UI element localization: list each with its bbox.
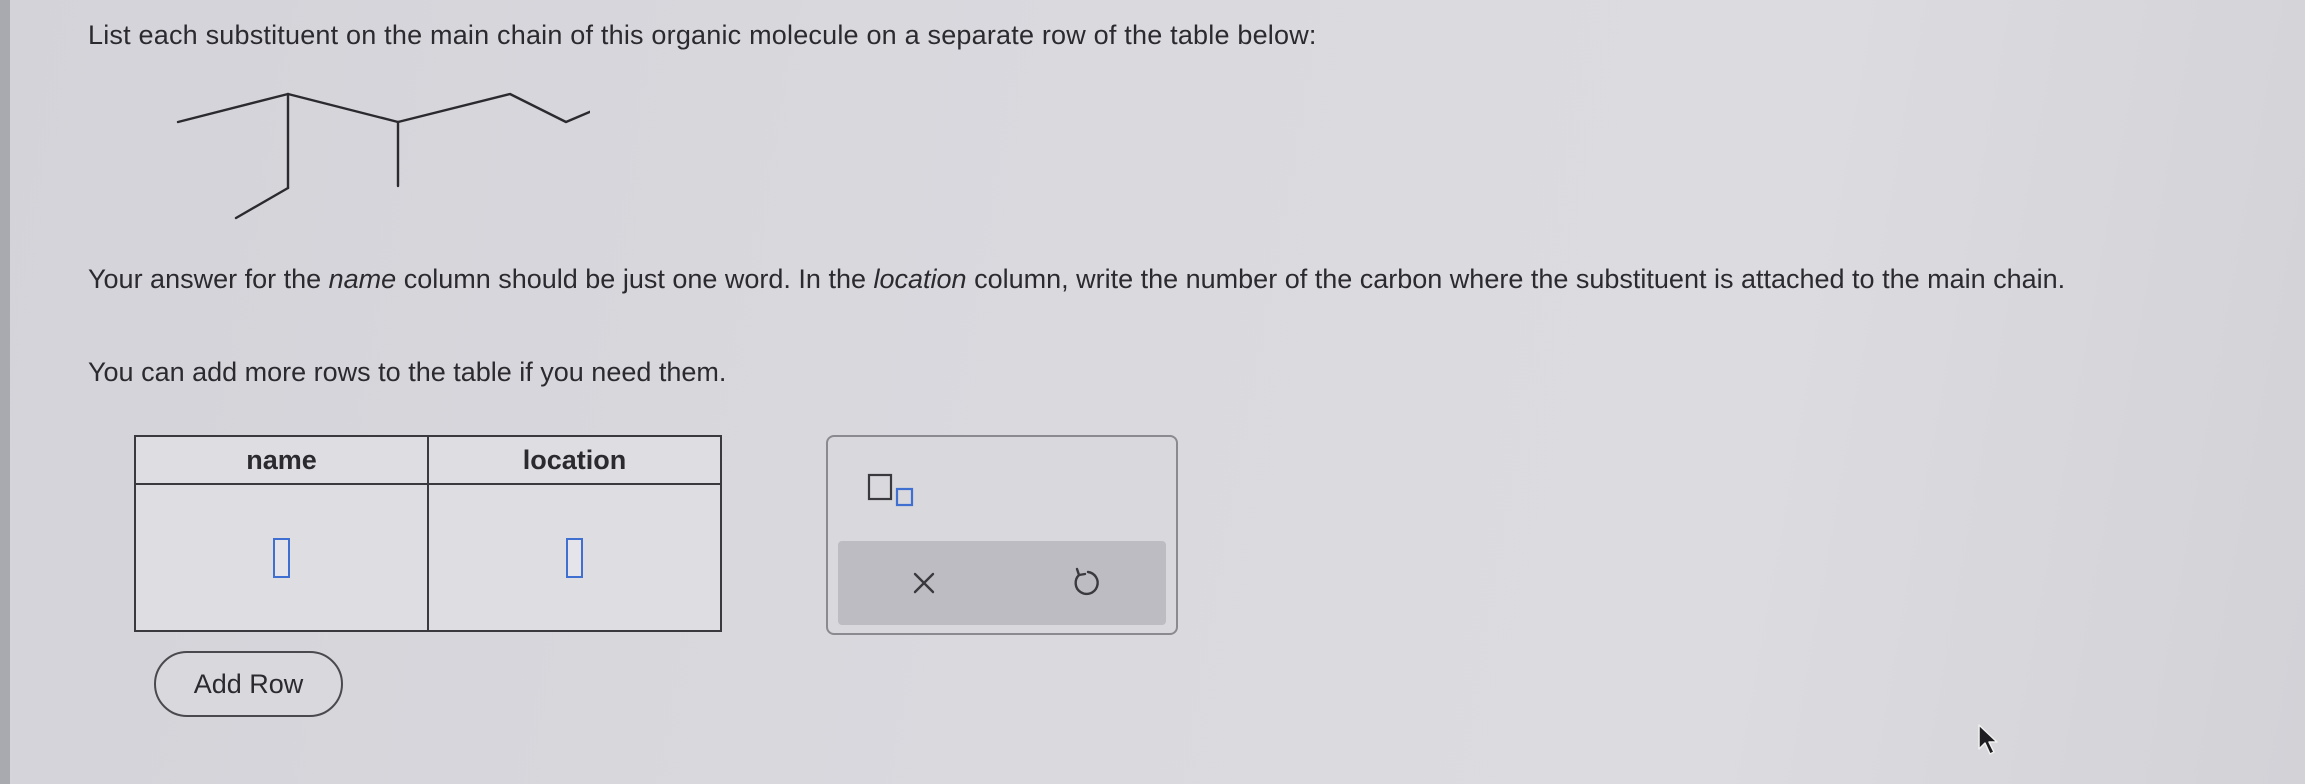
name-cell[interactable] bbox=[134, 483, 429, 632]
location-cell[interactable] bbox=[427, 483, 722, 632]
add-row-button[interactable]: Add Row bbox=[154, 651, 343, 717]
answer-toolbox bbox=[826, 435, 1178, 635]
substituent-table: name location bbox=[134, 435, 722, 632]
location-column-word: location bbox=[873, 264, 967, 294]
location-column-header: location bbox=[427, 435, 722, 485]
table-header-row: name location bbox=[134, 435, 722, 485]
window-left-edge bbox=[0, 0, 10, 784]
name-column-word: name bbox=[328, 264, 397, 294]
name-column-header: name bbox=[134, 435, 429, 485]
clear-button[interactable] bbox=[902, 561, 946, 605]
location-input-slot[interactable] bbox=[566, 537, 583, 578]
undo-button[interactable] bbox=[1064, 561, 1108, 605]
question-prompt: List each substituent on the main chain … bbox=[88, 20, 1317, 50]
table-row bbox=[134, 483, 722, 632]
mouse-cursor-icon bbox=[1978, 724, 1998, 755]
undo-icon bbox=[1074, 567, 1099, 596]
box-with-subscript-icon bbox=[867, 473, 914, 507]
instructions-text-3: column, write the number of the carbon w… bbox=[966, 264, 2066, 294]
more-rows-note: You can add more rows to the table if yo… bbox=[88, 357, 727, 387]
molecule-skeletal-structure bbox=[176, 92, 590, 220]
x-icon bbox=[913, 572, 935, 594]
instructions-text-2: column should be just one word. In the bbox=[396, 264, 874, 294]
name-input-slot[interactable] bbox=[273, 537, 290, 578]
answer-instructions: Your answer for the name column should b… bbox=[88, 262, 2288, 296]
subscript-template-button[interactable] bbox=[866, 471, 922, 511]
instructions-text-1: Your answer for the bbox=[88, 264, 329, 294]
toolbox-action-bar bbox=[838, 541, 1166, 625]
